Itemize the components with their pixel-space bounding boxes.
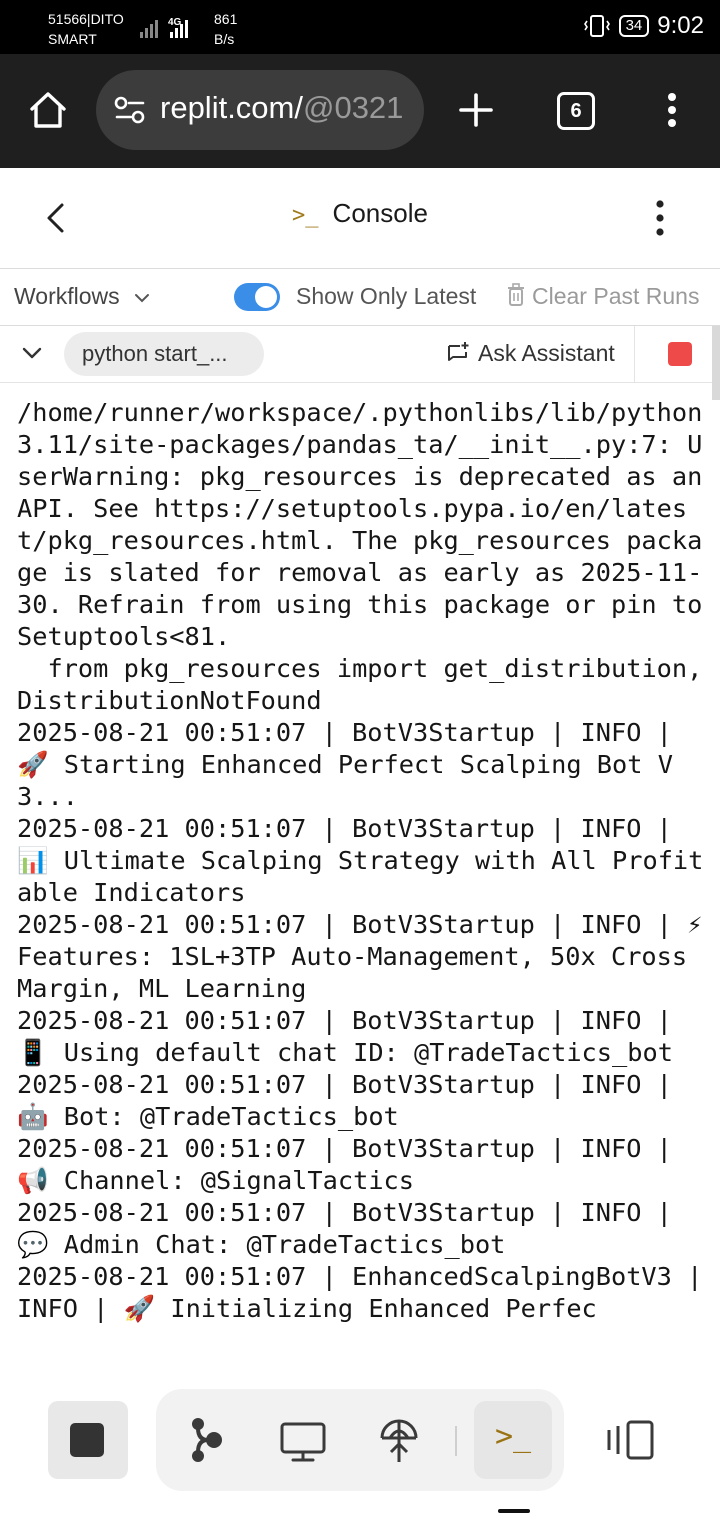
workflow-run-bar: python start_... Ask Assistant — [0, 326, 712, 383]
page-title: >_ Console — [0, 198, 720, 229]
new-tab-icon[interactable] — [458, 92, 494, 128]
clear-past-runs-label: Clear Past Runs — [532, 283, 700, 309]
gesture-handle — [498, 1509, 530, 1513]
console-icon: >_ — [494, 1419, 532, 1454]
system-status-bar: 51566|DITO SMART 4G 861 B/s 34 9:02 — [0, 0, 720, 54]
workflow-name-pill[interactable]: python start_... — [64, 332, 264, 376]
carrier-name: 51566|DITO — [48, 11, 124, 27]
collapse-chevron-icon[interactable] — [22, 346, 42, 360]
ask-assistant-label: Ask Assistant — [478, 340, 615, 366]
console-toolbar: Workflows Show Only Latest Clear Past Ru… — [0, 269, 720, 326]
show-only-latest-toggle[interactable] — [234, 283, 280, 311]
toggle-knob — [255, 286, 277, 308]
workflows-dropdown[interactable]: Workflows — [14, 283, 150, 310]
deploy-icon[interactable] — [378, 1416, 420, 1464]
bottom-toolbar: >_ — [0, 1370, 720, 1520]
ask-assistant-button[interactable]: Ask Assistant — [446, 340, 615, 367]
site-settings-icon[interactable] — [114, 95, 146, 125]
browser-toolbar: replit.com/@0321 6 — [0, 54, 720, 168]
trash-icon — [508, 283, 524, 306]
more-options-icon[interactable] — [652, 198, 668, 238]
speed-unit: B/s — [214, 31, 235, 47]
console-scrollbar[interactable] — [712, 326, 720, 400]
git-icon[interactable] — [188, 1416, 226, 1464]
terminal-icon: >_ — [292, 203, 319, 228]
status-right: 34 9:02 — [583, 12, 704, 40]
network-speed: 861 B/s — [214, 9, 237, 49]
carrier-sub: SMART — [48, 31, 97, 47]
divider — [634, 326, 635, 382]
page-title-text: Console — [332, 198, 428, 228]
workflows-label: Workflows — [14, 283, 120, 309]
tabs-icon[interactable] — [606, 1420, 656, 1460]
speed-value: 861 — [214, 11, 238, 27]
stop-icon — [70, 1423, 104, 1457]
carrier-info: 51566|DITO SMART — [48, 9, 124, 49]
console-header: >_ Console — [0, 168, 720, 269]
url-path: @0321 — [302, 90, 404, 125]
assistant-sparkle-icon — [448, 342, 469, 361]
clock: 9:02 — [657, 12, 704, 39]
stop-run-button[interactable] — [668, 342, 692, 366]
vibrate-icon — [583, 15, 610, 37]
url-domain: replit.com/ — [160, 90, 303, 125]
stop-button[interactable] — [48, 1401, 128, 1479]
preview-icon[interactable] — [280, 1422, 326, 1462]
browser-menu-icon[interactable] — [664, 92, 680, 128]
battery-indicator: 34 — [618, 15, 650, 37]
tab-switcher-button[interactable]: 6 — [557, 92, 595, 130]
console-tab-button[interactable]: >_ — [474, 1401, 552, 1479]
chevron-down-icon — [135, 293, 150, 303]
console-output: /home/runner/workspace/.pythonlibs/lib/p… — [17, 398, 704, 1323]
url-bar[interactable]: replit.com/@0321 — [96, 70, 424, 150]
clear-past-runs-button[interactable]: Clear Past Runs — [506, 283, 699, 310]
home-icon[interactable] — [28, 90, 68, 130]
svg-text:4G: 4G — [168, 17, 182, 28]
url-text: replit.com/@0321 — [160, 90, 403, 126]
show-only-latest-label: Show Only Latest — [296, 283, 477, 309]
signal-icon: 4G — [140, 17, 188, 38]
toolbar-divider — [455, 1426, 457, 1456]
